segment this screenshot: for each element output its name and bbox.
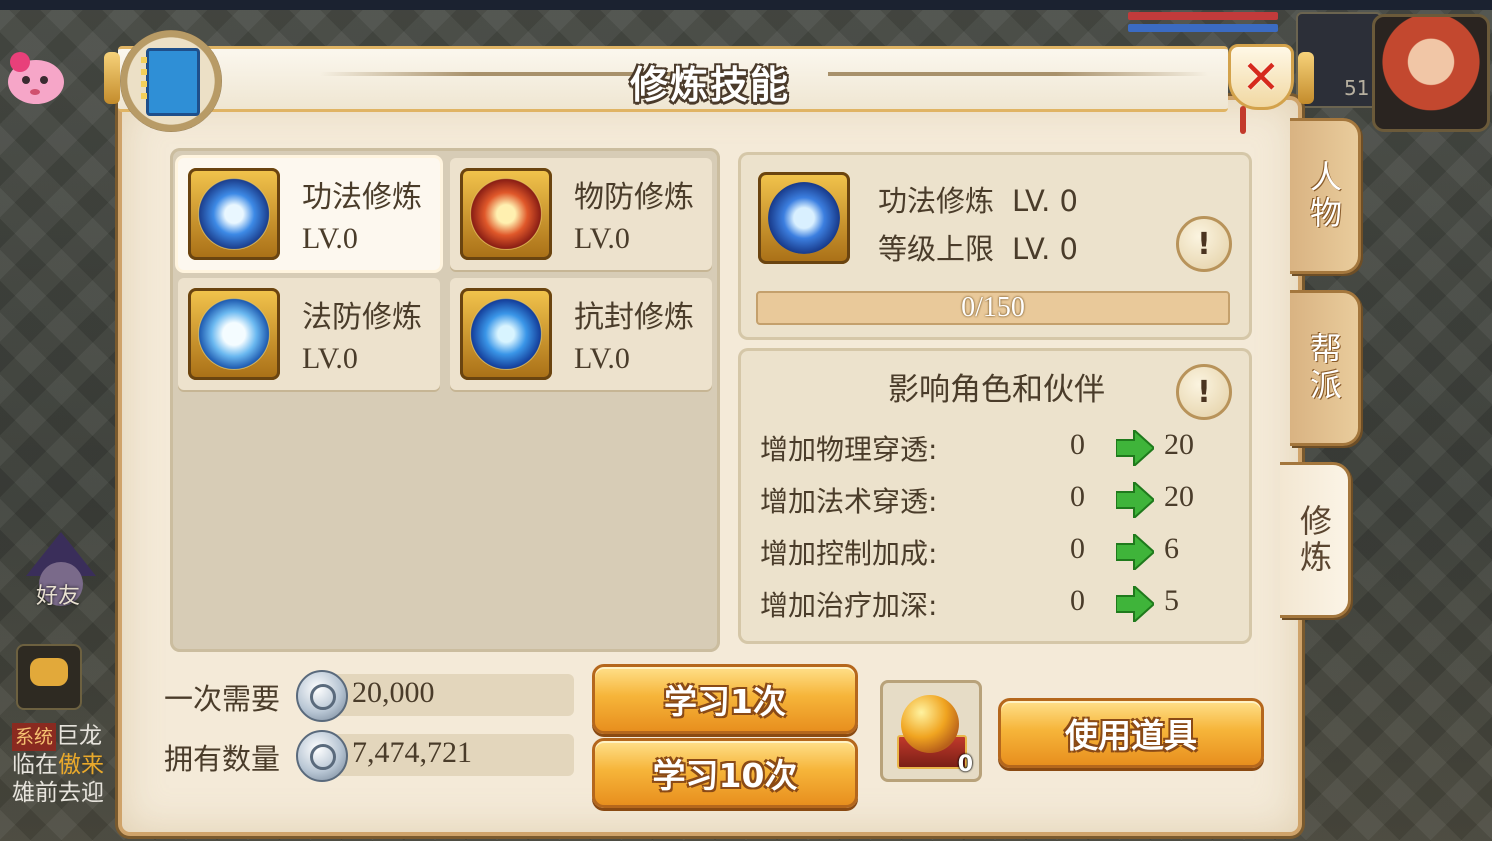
close-icon: ✕ xyxy=(1241,50,1281,104)
green-arrow-icon xyxy=(1116,430,1154,466)
skill-name: 法防修炼 xyxy=(302,300,422,335)
chat-line-1: 巨龙 xyxy=(56,723,103,749)
stat-row: 增加控制加成: 0 6 xyxy=(760,532,1220,572)
stat-label: 增加物理穿透: xyxy=(760,433,938,466)
scroll-cap-left xyxy=(104,52,120,104)
system-tag: 系统 xyxy=(12,723,57,751)
tab-character[interactable]: 人物 xyxy=(1290,118,1361,274)
skill-book-icon xyxy=(120,30,222,132)
stat-current: 0 xyxy=(1070,584,1085,617)
tassel-decoration xyxy=(1240,106,1246,134)
chat-button[interactable] xyxy=(16,644,82,710)
title-ornament-right xyxy=(828,72,1208,76)
scroll-cap-right xyxy=(1298,52,1314,104)
chat-line-2a: 临在 xyxy=(12,752,58,778)
exclamation-icon: ! xyxy=(1197,374,1211,410)
chat-line-2b: 傲来 xyxy=(58,752,104,778)
skill-card-wufang[interactable]: 物防修炼 LV.0 xyxy=(450,158,712,270)
stat-row: 增加法术穿透: 0 20 xyxy=(760,480,1220,520)
silver-coin-icon xyxy=(296,730,348,782)
target-level: 51 xyxy=(1344,76,1370,100)
selected-skill-title: 功法修炼 LV. 0 xyxy=(878,178,1078,220)
selected-skill-icon xyxy=(758,172,850,264)
green-arrow-icon xyxy=(1116,586,1154,622)
stat-current: 0 xyxy=(1070,480,1085,513)
red-shield-rune-icon xyxy=(460,168,552,260)
chat-bubble-icon xyxy=(30,658,68,686)
effects-info-button[interactable]: ! xyxy=(1176,364,1232,420)
skill-level: LV.0 xyxy=(574,222,630,255)
chat-line-3: 雄前去迎 xyxy=(12,780,104,806)
exp-progress-text: 0/150 xyxy=(961,292,1025,323)
close-button[interactable]: ✕ xyxy=(1228,44,1294,110)
learn-once-button[interactable]: 学习1次 xyxy=(592,664,858,734)
cost-need-label: 一次需要 xyxy=(164,682,281,716)
stat-current: 0 xyxy=(1070,532,1085,565)
skill-name: 物防修炼 xyxy=(574,180,694,215)
stat-next: 5 xyxy=(1164,584,1179,617)
green-arrow-icon xyxy=(1116,534,1154,570)
skill-level: LV.0 xyxy=(574,342,630,375)
top-status-strip xyxy=(0,0,1492,10)
green-arrow-icon xyxy=(1116,482,1154,518)
level-limit-value: LV. 0 xyxy=(1012,232,1078,266)
skill-name: 抗封修炼 xyxy=(574,300,694,335)
skill-info-button[interactable]: ! xyxy=(1176,216,1232,272)
stat-label: 增加控制加成: xyxy=(760,537,938,570)
stat-label: 增加治疗加深: xyxy=(760,589,938,622)
golden-orb-icon xyxy=(901,695,959,753)
skill-card-fafang[interactable]: 法防修炼 LV.0 xyxy=(178,278,440,390)
stat-next: 20 xyxy=(1164,480,1194,513)
learn-ten-button[interactable]: 学习10次 xyxy=(592,738,858,808)
level-limit-label: 等级上限 xyxy=(878,232,995,266)
level-limit: 等级上限 LV. 0 xyxy=(878,226,1078,268)
skill-card-kangfeng[interactable]: 抗封修炼 LV.0 xyxy=(450,278,712,390)
effects-title: 影响角色和伙伴 xyxy=(888,372,1105,408)
blue-cloud-rune-icon xyxy=(188,288,280,380)
stat-label: 增加法术穿透: xyxy=(760,485,938,518)
item-slot[interactable]: 0 xyxy=(880,680,982,782)
tab-guild[interactable]: 帮派 xyxy=(1290,290,1361,446)
tab-cultivation[interactable]: 修炼 xyxy=(1280,462,1351,618)
blue-rune-icon xyxy=(188,168,280,260)
cost-own-value: 7,474,721 xyxy=(352,736,472,769)
cost-need-value: 20,000 xyxy=(352,676,435,709)
stat-next: 20 xyxy=(1164,428,1194,461)
skill-name: 功法修炼 xyxy=(302,180,422,215)
window-title: 修炼技能 xyxy=(629,63,790,107)
item-count: 0 xyxy=(957,752,973,777)
silver-coin-icon xyxy=(296,670,348,722)
stat-next: 6 xyxy=(1164,532,1179,565)
stat-row: 增加物理穿透: 0 20 xyxy=(760,428,1220,468)
selected-skill-name: 功法修炼 xyxy=(878,184,995,218)
stat-current: 0 xyxy=(1070,428,1085,461)
skill-level: LV.0 xyxy=(302,342,358,375)
stat-row: 增加治疗加深: 0 5 xyxy=(760,584,1220,624)
use-item-button[interactable]: 使用道具 xyxy=(998,698,1264,768)
skill-card-gongfa[interactable]: 功法修炼 LV.0 xyxy=(178,158,440,270)
pink-pet-icon[interactable] xyxy=(2,44,68,108)
chat-feed[interactable]: 系统 巨龙 临在傲来 雄前去迎 xyxy=(12,722,122,807)
selected-skill-level: LV. 0 xyxy=(1012,184,1078,218)
blue-swirl-rune-icon xyxy=(460,288,552,380)
exclamation-icon: ! xyxy=(1197,226,1211,262)
player-portrait-avatar[interactable] xyxy=(1372,14,1490,132)
exp-progress-bar: 0/150 xyxy=(756,291,1230,325)
friend-label[interactable]: 好友 xyxy=(36,578,80,610)
cost-own-label: 拥有数量 xyxy=(164,742,281,776)
skill-level: LV.0 xyxy=(302,222,358,255)
